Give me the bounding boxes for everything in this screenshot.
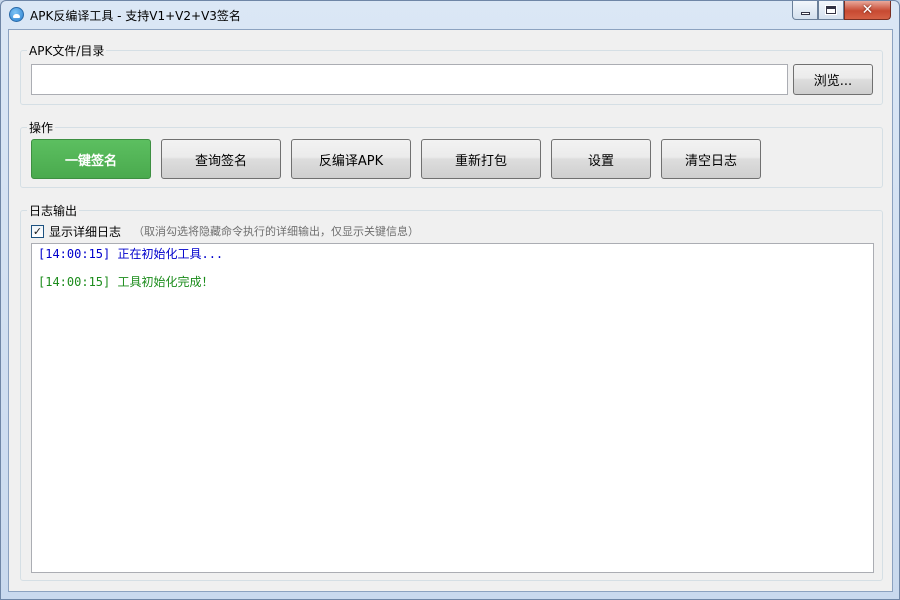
main-window: APK反编译工具 - 支持V1+V2+V3签名 ✕ APK文件/目录 浏览...…	[0, 0, 900, 600]
apk-path-input[interactable]	[31, 64, 788, 95]
verbose-log-checkbox[interactable]: ✓	[31, 224, 44, 238]
minimize-icon	[800, 11, 810, 15]
clear-log-button[interactable]: 清空日志	[661, 139, 761, 179]
operations-group-label: 操作	[27, 119, 56, 136]
one-click-sign-button[interactable]: 一键签名	[31, 139, 151, 179]
decompile-apk-button[interactable]: 反编译APK	[291, 139, 411, 179]
apk-file-group-label: APK文件/目录	[27, 42, 107, 59]
app-icon	[9, 7, 24, 22]
verbose-log-row: ✓ 显示详细日志 （取消勾选将隐藏命令执行的详细输出，仅显示关键信息）	[31, 223, 419, 239]
log-line: [14:00:15] 正在初始化工具...	[38, 247, 224, 261]
apk-file-group: APK文件/目录 浏览...	[20, 42, 883, 105]
log-output-group-label: 日志输出	[27, 202, 80, 219]
operations-group: 操作 一键签名 查询签名 反编译APK 重新打包 设置 清空日志	[20, 119, 883, 188]
minimize-button[interactable]	[792, 1, 818, 20]
log-output-area[interactable]: [14:00:15] 正在初始化工具... [14:00:15] 工具初始化完成…	[31, 243, 874, 573]
browse-button[interactable]: 浏览...	[793, 64, 873, 95]
log-line: [14:00:15] 工具初始化完成！	[38, 275, 214, 289]
maximize-button[interactable]	[818, 1, 844, 20]
title-bar[interactable]: APK反编译工具 - 支持V1+V2+V3签名 ✕	[1, 1, 899, 28]
maximize-icon	[826, 6, 836, 14]
close-button[interactable]: ✕	[844, 1, 891, 20]
verbose-log-hint: （取消勾选将隐藏命令执行的详细输出，仅显示关键信息）	[133, 225, 420, 238]
close-icon: ✕	[861, 2, 874, 18]
settings-button[interactable]: 设置	[551, 139, 651, 179]
window-title: APK反编译工具 - 支持V1+V2+V3签名	[30, 9, 241, 23]
query-signature-button[interactable]: 查询签名	[161, 139, 281, 179]
repack-button[interactable]: 重新打包	[421, 139, 541, 179]
client-area: APK文件/目录 浏览... 操作 一键签名 查询签名 反编译APK 重新打包 …	[8, 29, 893, 592]
log-output-group: 日志输出 ✓ 显示详细日志 （取消勾选将隐藏命令执行的详细输出，仅显示关键信息）…	[20, 202, 883, 581]
verbose-log-label[interactable]: 显示详细日志	[49, 223, 121, 240]
